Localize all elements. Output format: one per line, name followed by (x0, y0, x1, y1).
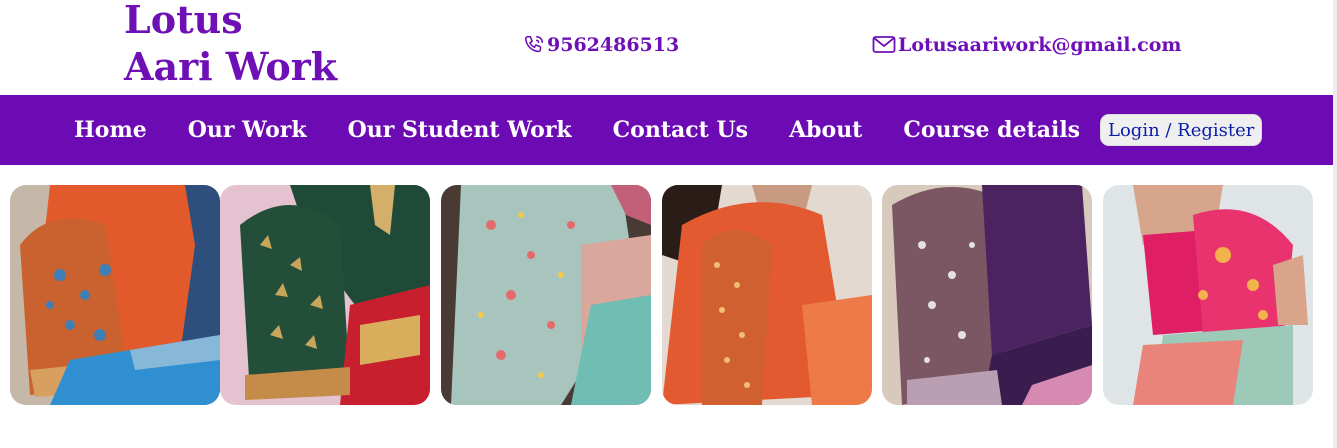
nav-item-our-work[interactable]: Our Work (188, 117, 307, 143)
brand-line-2: Aari Work (124, 44, 338, 89)
phone-icon (523, 34, 545, 56)
work-gallery (0, 185, 1333, 405)
blouse-photo-orange-blue[interactable] (10, 185, 220, 405)
login-register-button[interactable]: Login / Register (1100, 114, 1263, 146)
blouse-photo-mint-floral[interactable] (441, 185, 651, 405)
page-scrollbar[interactable] (1333, 0, 1337, 448)
email-contact[interactable]: Lotusaariwork@gmail.com (872, 34, 1181, 56)
blouse-photo-orange-sleeve[interactable] (662, 185, 872, 405)
nav-links: Home Our Work Our Student Work Contact U… (74, 95, 1121, 165)
blouse-photo-green-gold[interactable] (220, 185, 430, 405)
nav-item-about[interactable]: About (789, 117, 862, 143)
site-header: Lotus Aari Work 9562486513 Lotusaariwork… (0, 0, 1333, 95)
nav-item-course-details[interactable]: Course details (903, 117, 1080, 143)
nav-item-contact-us[interactable]: Contact Us (613, 117, 748, 143)
blouse-photo-purple-lace[interactable] (882, 185, 1092, 405)
brand-line-1: Lotus (124, 0, 243, 42)
nav-item-home[interactable]: Home (74, 117, 147, 143)
phone-contact[interactable]: 9562486513 (523, 34, 679, 56)
page: Lotus Aari Work 9562486513 Lotusaariwork… (0, 0, 1337, 448)
main-navigation: Home Our Work Our Student Work Contact U… (0, 95, 1333, 165)
nav-item-our-student-work[interactable]: Our Student Work (348, 117, 572, 143)
email-address: Lotusaariwork@gmail.com (898, 34, 1182, 56)
phone-number: 9562486513 (547, 34, 680, 56)
brand-logo-text[interactable]: Lotus Aari Work (124, 0, 337, 90)
blouse-photo-pink-back[interactable] (1103, 185, 1313, 405)
mail-icon (872, 35, 896, 55)
